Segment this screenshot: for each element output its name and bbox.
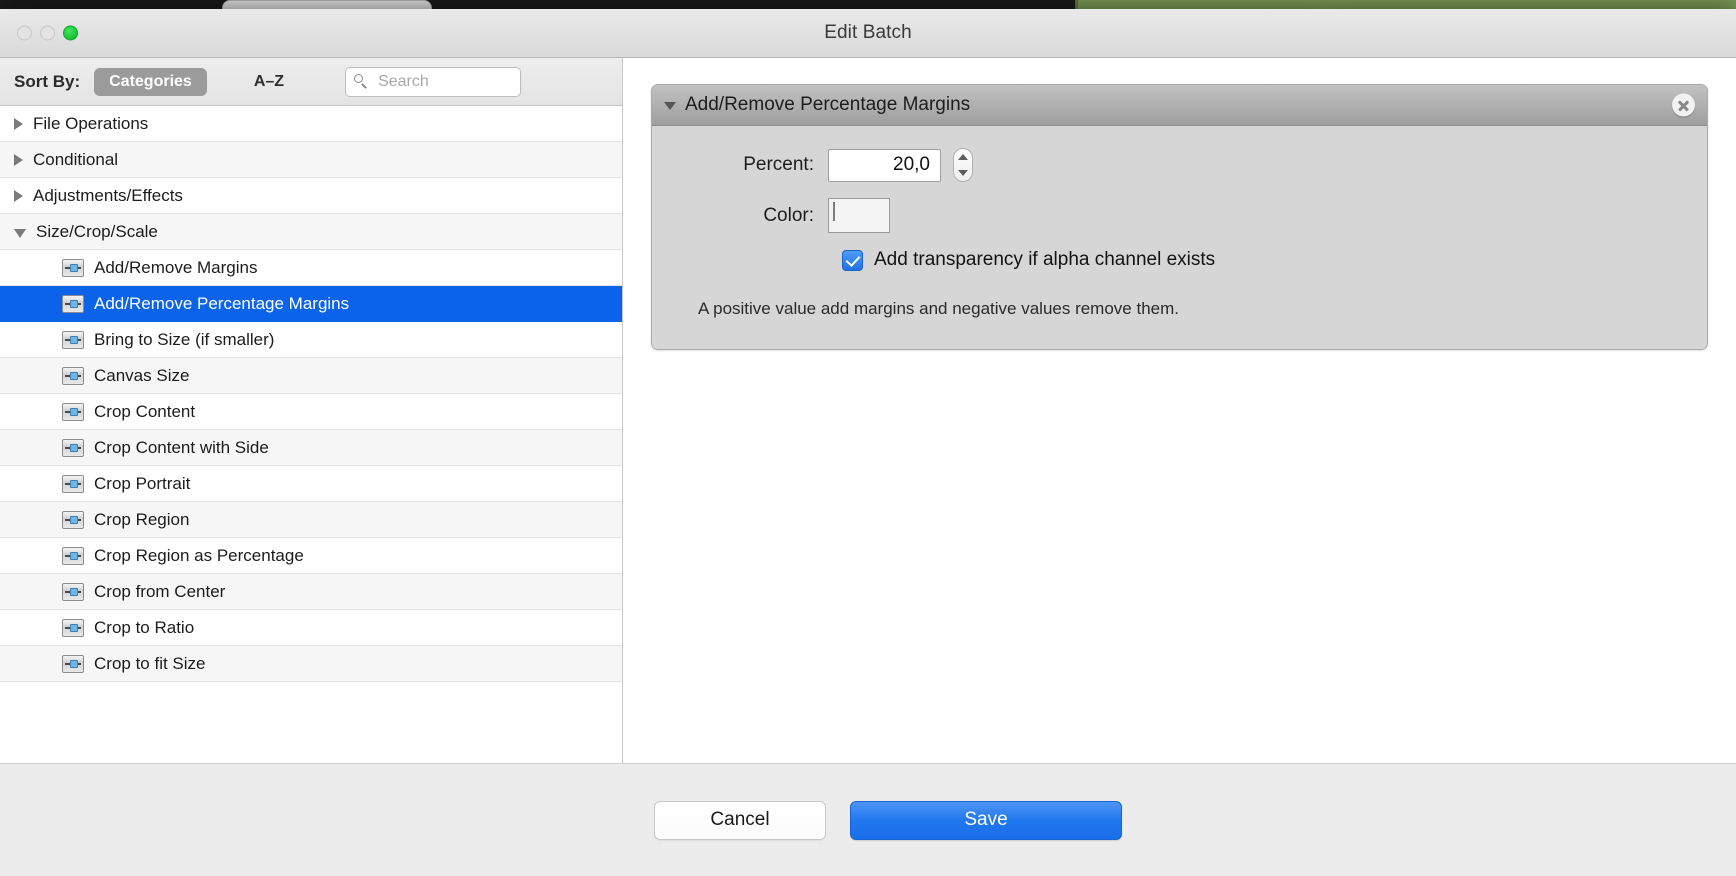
- close-window-button[interactable]: [17, 25, 32, 41]
- dialog-body: Sort By: Categories A–Z File Operations: [0, 58, 1736, 763]
- dialog-footer: Cancel Save: [0, 763, 1736, 876]
- percentage-margins-panel: Add/Remove Percentage Margins Percent: C…: [651, 84, 1708, 350]
- cancel-button[interactable]: Cancel: [654, 800, 826, 840]
- list-item-add-remove-percentage-margins[interactable]: Add/Remove Percentage Margins: [0, 286, 622, 322]
- action-settings-pane: Add/Remove Percentage Margins Percent: C…: [623, 58, 1736, 763]
- list-group-file-operations[interactable]: File Operations: [0, 106, 622, 142]
- list-item-canvas-size[interactable]: Canvas Size: [0, 358, 622, 394]
- transparency-checkbox-label: Add transparency if alpha channel exists: [874, 249, 1216, 270]
- size-tool-icon: [62, 258, 84, 277]
- size-tool-icon: [62, 654, 84, 673]
- sort-option-categories[interactable]: Categories: [94, 67, 207, 96]
- list-item-label: Crop Content: [94, 401, 196, 421]
- color-field-row: Color:: [678, 198, 1681, 233]
- panel-body: Percent: Color:: [652, 126, 1707, 349]
- stepper-down-icon[interactable]: [958, 170, 968, 176]
- list-item-label: Add/Remove Percentage Margins: [94, 293, 350, 313]
- sort-toolbar: Sort By: Categories A–Z: [0, 58, 622, 106]
- percent-stepper[interactable]: [953, 148, 973, 182]
- size-tool-icon: [62, 294, 84, 313]
- save-button[interactable]: Save: [850, 800, 1122, 840]
- list-item-add-remove-margins[interactable]: Add/Remove Margins: [0, 250, 622, 286]
- percent-field-row: Percent:: [678, 148, 1681, 182]
- size-tool-icon: [62, 510, 84, 529]
- actions-sidebar: Sort By: Categories A–Z File Operations: [0, 58, 623, 763]
- chevron-down-icon[interactable]: [664, 102, 676, 110]
- size-tool-icon: [62, 474, 84, 493]
- search-input[interactable]: [376, 71, 513, 92]
- list-item-label: Canvas Size: [94, 365, 190, 385]
- color-swatch-button[interactable]: [828, 198, 890, 233]
- panel-header[interactable]: Add/Remove Percentage Margins: [652, 85, 1707, 126]
- chevron-right-icon[interactable]: [14, 189, 23, 202]
- dialog-titlebar: Edit Batch: [0, 9, 1736, 58]
- list-item-label: Crop Portrait: [94, 473, 191, 493]
- search-field[interactable]: [345, 66, 522, 97]
- list-item-label: Crop Region as Percentage: [94, 545, 304, 565]
- chevron-down-icon[interactable]: [14, 228, 26, 238]
- size-tool-icon: [62, 402, 84, 421]
- size-tool-icon: [62, 438, 84, 457]
- list-item-label: Crop from Center: [94, 581, 226, 601]
- maximize-window-button[interactable]: [63, 25, 78, 41]
- color-label: Color:: [763, 204, 814, 226]
- list-item-label: Crop to fit Size: [94, 653, 206, 673]
- percent-label: Percent:: [743, 154, 814, 175]
- list-item-crop-region[interactable]: Crop Region: [0, 502, 622, 538]
- list-item-crop-content-with-side[interactable]: Crop Content with Side: [0, 430, 622, 466]
- list-item-label: File Operations: [33, 113, 149, 133]
- close-icon[interactable]: [1672, 93, 1695, 117]
- sort-option-alphabetical[interactable]: A–Z: [239, 68, 299, 96]
- list-item-label: Crop Content with Side: [94, 437, 269, 457]
- list-item-label: Crop Region: [94, 509, 190, 529]
- size-tool-icon: [62, 546, 84, 565]
- list-item-label: Add/Remove Margins: [94, 257, 258, 277]
- percent-input[interactable]: [828, 148, 941, 182]
- list-item-label: Bring to Size (if smaller): [94, 329, 275, 349]
- size-tool-icon: [62, 618, 84, 637]
- list-group-conditional[interactable]: Conditional: [0, 142, 622, 178]
- minimize-window-button[interactable]: [40, 25, 55, 41]
- list-item-crop-from-center[interactable]: Crop from Center: [0, 574, 622, 610]
- list-item-label: Crop to Ratio: [94, 617, 195, 637]
- sort-by-label: Sort By:: [14, 71, 81, 91]
- transparency-checkbox[interactable]: [842, 249, 863, 271]
- list-item-crop-to-ratio[interactable]: Crop to Ratio: [0, 610, 622, 646]
- chevron-right-icon[interactable]: [14, 117, 23, 130]
- list-item-crop-content[interactable]: Crop Content: [0, 394, 622, 430]
- size-tool-icon: [62, 330, 84, 349]
- stepper-up-icon[interactable]: [958, 154, 968, 160]
- search-icon: [354, 74, 369, 89]
- list-item-crop-portrait[interactable]: Crop Portrait: [0, 466, 622, 502]
- size-tool-icon: [62, 366, 84, 385]
- list-group-size-crop-scale[interactable]: Size/Crop/Scale: [0, 214, 622, 250]
- transparency-checkbox-row[interactable]: Add transparency if alpha channel exists: [842, 249, 1681, 271]
- list-group-adjustments-effects[interactable]: Adjustments/Effects: [0, 178, 622, 214]
- list-item-crop-to-fit-size[interactable]: Crop to fit Size: [0, 646, 622, 682]
- list-item-label: Adjustments/Effects: [33, 185, 183, 205]
- list-item-label: Conditional: [33, 149, 119, 169]
- color-swatch: [833, 202, 835, 221]
- panel-hint-text: A positive value add margins and negativ…: [698, 299, 1179, 318]
- sort-segmented-control: Categories A–Z: [94, 67, 299, 96]
- actions-list[interactable]: File Operations Conditional Adjustments/…: [0, 106, 622, 763]
- traffic-light-group: [17, 25, 78, 41]
- page-title: Edit Batch: [824, 22, 912, 43]
- chevron-right-icon[interactable]: [14, 153, 23, 166]
- list-item-label: Size/Crop/Scale: [36, 221, 158, 241]
- list-item-bring-to-size[interactable]: Bring to Size (if smaller): [0, 322, 622, 358]
- size-tool-icon: [62, 582, 84, 601]
- edit-batch-dialog: Edit Batch Sort By: Categories A–Z File …: [0, 9, 1736, 876]
- list-item-crop-region-as-percentage[interactable]: Crop Region as Percentage: [0, 538, 622, 574]
- panel-title: Add/Remove Percentage Margins: [685, 94, 971, 115]
